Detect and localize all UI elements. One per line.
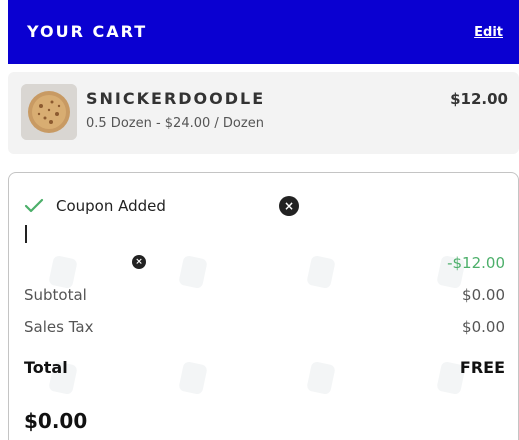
item-price: $12.00 (450, 90, 508, 108)
item-detail: 0.5 Dozen - $24.00 / Dozen (86, 116, 264, 131)
cart-title: YOUR CART (27, 22, 148, 41)
edit-cart-link[interactable]: Edit (474, 25, 503, 41)
total-value: FREE (459, 358, 505, 377)
cart-page: YOUR CART Edit SNICKERDOODLE 0.5 Dozen -… (0, 0, 519, 440)
remove-coupon-close-icon[interactable]: × (279, 196, 299, 216)
background-pattern-icon (306, 360, 336, 396)
background-pattern-icon (178, 254, 208, 290)
subtotal-label: Subtotal (24, 286, 87, 304)
check-icon-graphic (24, 198, 44, 213)
check-icon (23, 197, 45, 219)
subtotal-value: $0.00 (462, 286, 505, 304)
remove-discount-close-icon[interactable]: × (132, 255, 146, 269)
total-label: Total (24, 358, 68, 377)
coupon-input-cursor[interactable] (25, 225, 27, 243)
order-summary: Coupon Added × × -$12.00 Subtotal $0.00 … (8, 172, 519, 440)
background-pattern-icon (306, 254, 336, 290)
snickerdoodle-image-graphic (21, 84, 77, 140)
background-pattern-icon (48, 254, 78, 290)
product-image (21, 84, 77, 140)
grand-total-amount: $0.00 (24, 409, 88, 433)
sales-tax-value: $0.00 (462, 318, 505, 336)
item-name: SNICKERDOODLE (86, 89, 266, 108)
discount-value: -$12.00 (447, 254, 505, 272)
cart-header: YOUR CART Edit (8, 0, 519, 64)
background-pattern-icon (178, 360, 208, 396)
coupon-status-label: Coupon Added (56, 197, 166, 215)
cart-item: SNICKERDOODLE 0.5 Dozen - $24.00 / Dozen… (8, 72, 519, 154)
sales-tax-label: Sales Tax (24, 318, 94, 336)
